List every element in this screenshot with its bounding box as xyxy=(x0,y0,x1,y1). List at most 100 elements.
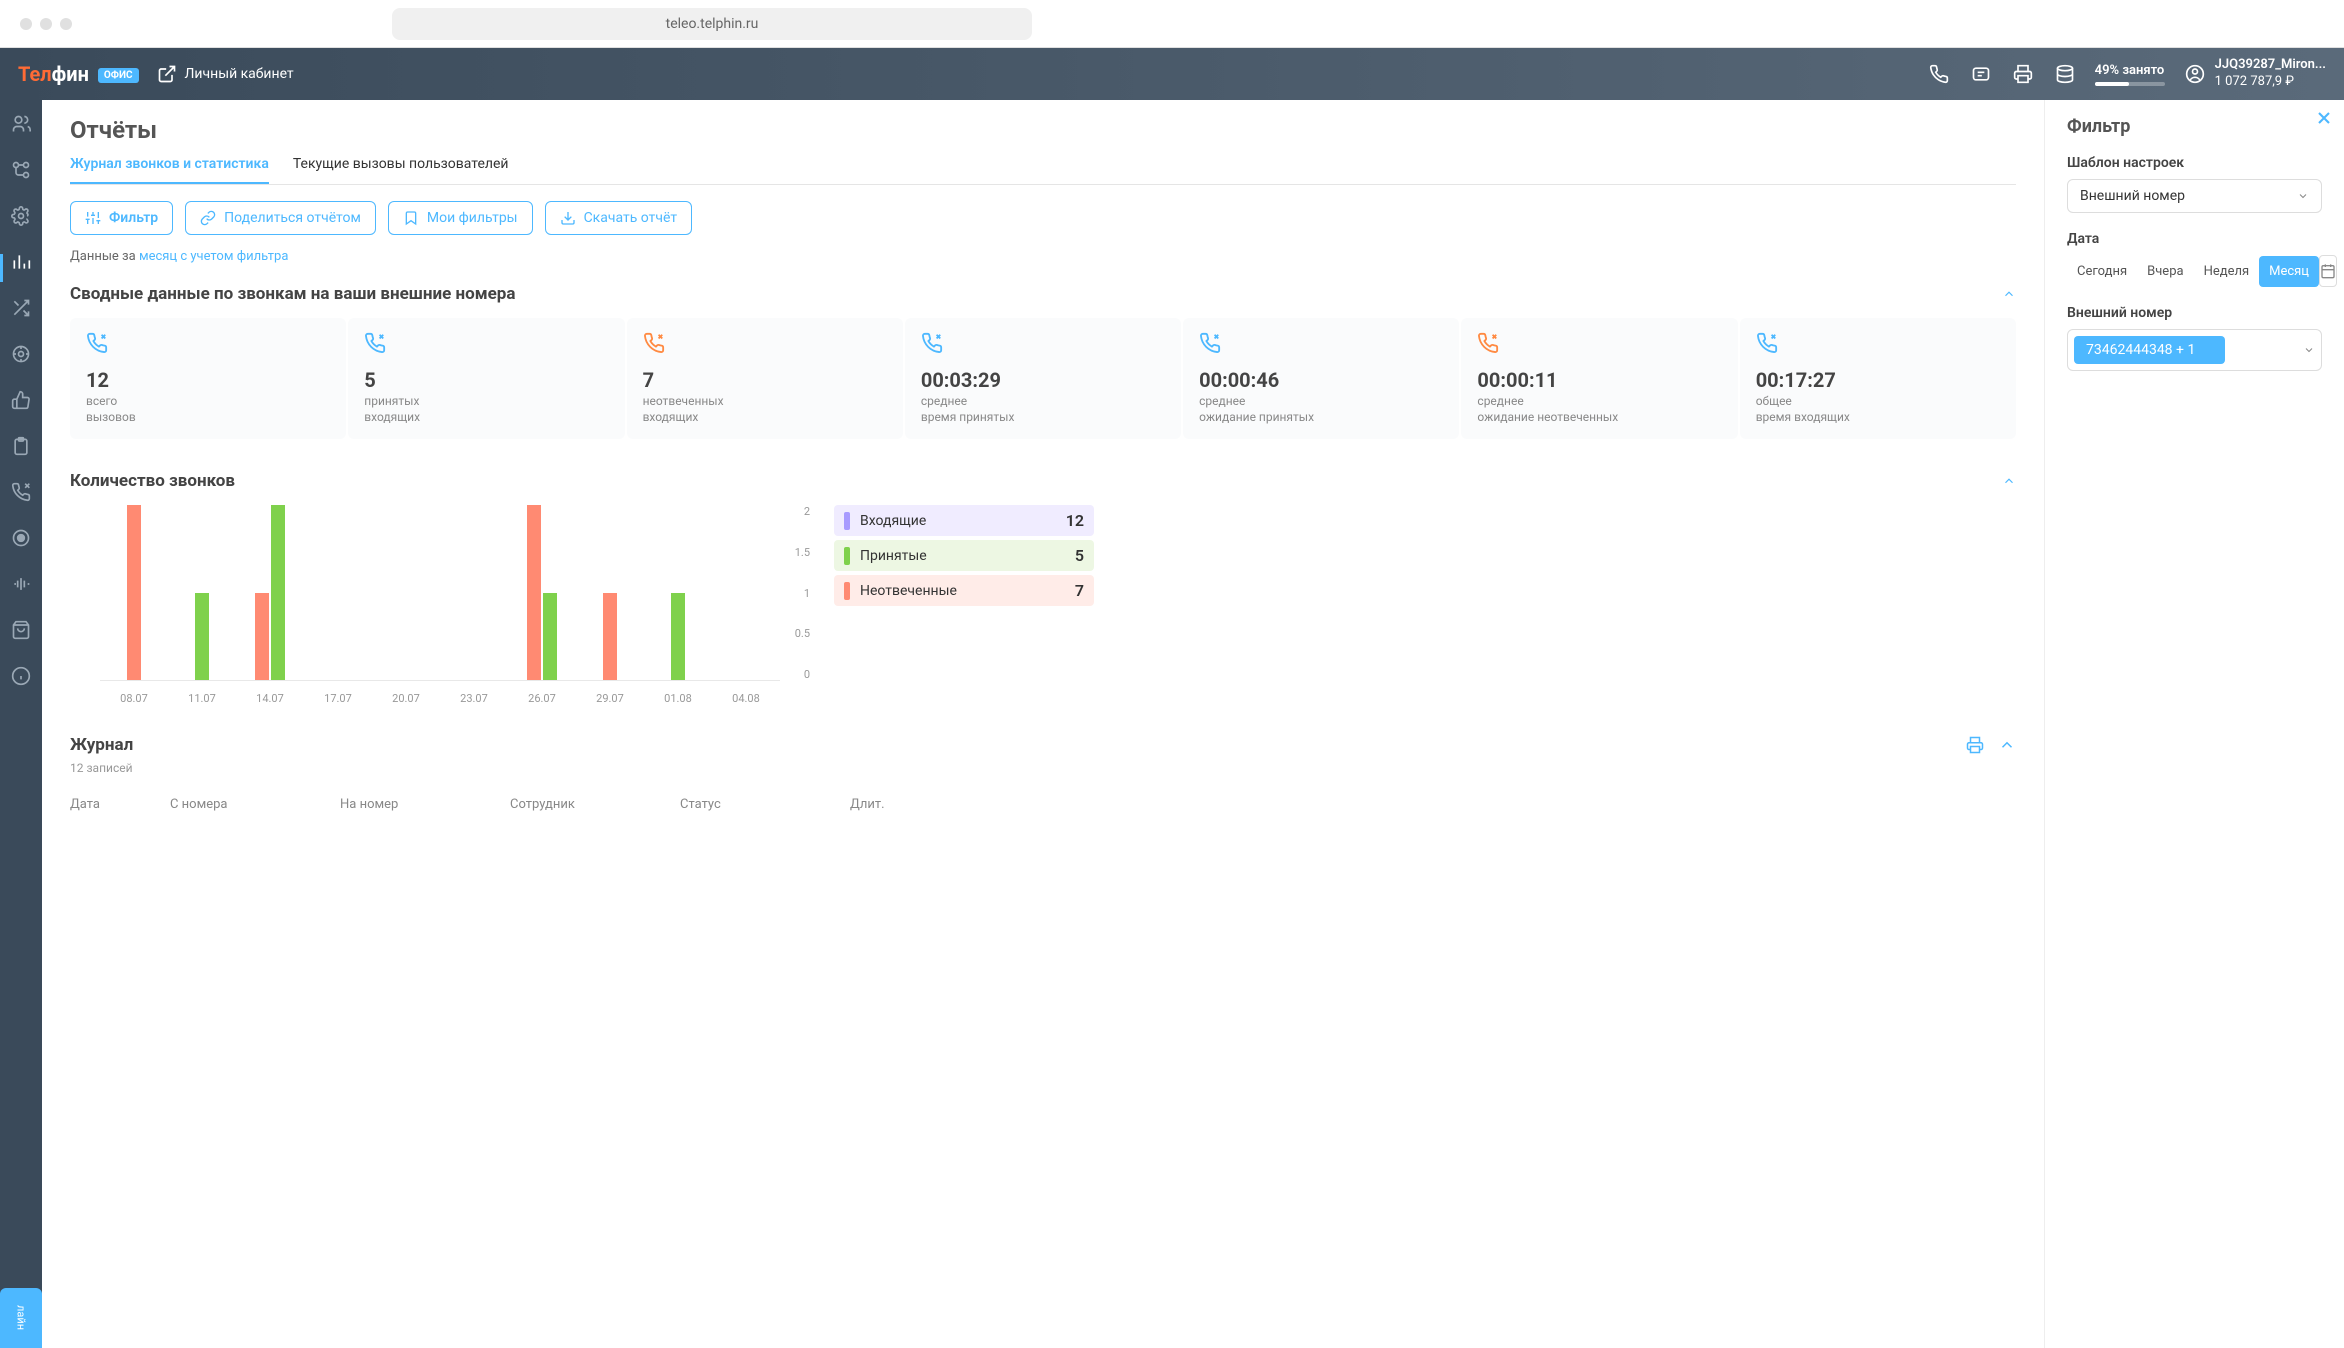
stat-card: 5 принятыхвходящих xyxy=(348,318,624,439)
phone-icon xyxy=(86,332,108,354)
usage-text: 49% занято xyxy=(2095,63,2165,78)
phone-icon xyxy=(364,332,386,354)
stat-label: среднееожидание неотвеченных xyxy=(1477,394,1721,425)
message-icon[interactable] xyxy=(1971,64,1991,84)
stat-label: среднеевремя принятых xyxy=(921,394,1165,425)
print-icon[interactable] xyxy=(1966,736,1984,754)
stat-card: 12 всеговызовов xyxy=(70,318,346,439)
filter-button[interactable]: Фильтр xyxy=(70,201,173,235)
share-button[interactable]: Поделиться отчётом xyxy=(185,201,376,235)
my-filters-button[interactable]: Мои фильтры xyxy=(388,201,533,235)
filter-title: Фильтр xyxy=(2067,116,2322,137)
database-icon[interactable] xyxy=(2055,64,2075,84)
date-label: Дата xyxy=(2067,231,2322,247)
nav-scheme-icon[interactable] xyxy=(11,160,31,180)
date-today-button[interactable]: Сегодня xyxy=(2067,256,2137,287)
col-status[interactable]: Статус xyxy=(680,797,850,812)
col-staff[interactable]: Сотрудник xyxy=(510,797,680,812)
col-duration[interactable]: Длит. xyxy=(850,797,2016,812)
call-icon[interactable] xyxy=(1929,64,1949,84)
user-name: JJQ39287_Miron... xyxy=(2215,57,2326,74)
main-content: Отчёты Журнал звонков и статистика Текущ… xyxy=(42,100,2044,1348)
calendar-button[interactable] xyxy=(2319,255,2337,287)
legend-row[interactable]: Неотвеченные7 xyxy=(834,575,1094,606)
download-button[interactable]: Скачать отчёт xyxy=(545,201,693,235)
browser-chrome: teleo.telphin.ru xyxy=(0,0,2344,48)
tab-current-calls[interactable]: Текущие вызовы пользователей xyxy=(293,156,509,184)
data-note: Данные за месяц с учетом фильтра xyxy=(70,249,2016,264)
bookmark-icon xyxy=(403,210,419,226)
stat-card: 7 неотвеченныхвходящих xyxy=(627,318,903,439)
journal-title: Журнал xyxy=(70,735,133,755)
template-select[interactable]: Внешний номер xyxy=(2067,179,2322,213)
chart: 08.0711.0714.0717.0720.0723.0726.0729.07… xyxy=(70,505,810,705)
nav-settings-icon[interactable] xyxy=(11,206,31,226)
window-dots xyxy=(20,18,72,30)
legend-row[interactable]: Принятые5 xyxy=(834,540,1094,571)
sidebar: лайн xyxy=(0,100,42,1348)
date-yesterday-button[interactable]: Вчера xyxy=(2137,256,2193,287)
col-date[interactable]: Дата xyxy=(70,797,170,812)
url-bar[interactable]: teleo.telphin.ru xyxy=(392,8,1032,40)
stat-label: принятыхвходящих xyxy=(364,394,608,425)
user-icon xyxy=(2185,64,2205,84)
template-label: Шаблон настроек xyxy=(2067,155,2322,171)
nav-audio-icon[interactable] xyxy=(11,574,31,594)
stat-value: 00:00:11 xyxy=(1477,368,1721,392)
stat-label: среднееожидание принятых xyxy=(1199,394,1443,425)
nav-thumbs-icon[interactable] xyxy=(11,390,31,410)
tab-calls-log[interactable]: Журнал звонков и статистика xyxy=(70,156,269,184)
chevron-down-icon xyxy=(2297,190,2309,202)
tabs: Журнал звонков и статистика Текущие вызо… xyxy=(70,156,2016,185)
nav-shuffle-icon[interactable] xyxy=(11,298,31,318)
phone-icon xyxy=(643,332,665,354)
number-select[interactable]: 73462444348 + 1 xyxy=(2067,329,2322,371)
number-tag: 73462444348 + 1 xyxy=(2074,336,2225,364)
chevron-down-icon xyxy=(2303,344,2315,356)
nav-record-icon[interactable] xyxy=(11,528,31,548)
link-icon xyxy=(200,210,216,226)
nav-users-icon[interactable] xyxy=(11,114,31,134)
stat-card: 00:00:46 среднееожидание принятых xyxy=(1183,318,1459,439)
print-icon[interactable] xyxy=(2013,64,2033,84)
number-label: Внешний номер xyxy=(2067,305,2322,321)
nav-missed-icon[interactable] xyxy=(11,482,31,502)
collapse-icon[interactable] xyxy=(2002,287,2016,301)
stat-card: 00:03:29 среднеевремя принятых xyxy=(905,318,1181,439)
col-from[interactable]: С номера xyxy=(170,797,340,812)
nav-reports-icon[interactable] xyxy=(11,252,31,272)
user-block[interactable]: JJQ39287_Miron... 1 072 787,9 ₽ xyxy=(2185,57,2326,91)
download-icon xyxy=(560,210,576,226)
cabinet-link[interactable]: Личный кабинет xyxy=(157,64,294,84)
usage-block: 49% занято xyxy=(2095,63,2165,86)
stat-label: неотвеченныхвходящих xyxy=(643,394,887,425)
logo-badge: ОФИС xyxy=(98,68,139,83)
legend-row[interactable]: Входящие12 xyxy=(834,505,1094,536)
filter-panel: Фильтр Шаблон настроек Внешний номер Дат… xyxy=(2044,100,2344,1348)
phone-icon xyxy=(1477,332,1499,354)
stat-label: общеевремя входящих xyxy=(1756,394,2000,425)
nav-info-icon[interactable] xyxy=(11,666,31,686)
stat-value: 12 xyxy=(86,368,330,392)
nav-clipboard-icon[interactable] xyxy=(11,436,31,456)
nav-shop-icon[interactable] xyxy=(11,620,31,640)
nav-target-icon[interactable] xyxy=(11,344,31,364)
chart-title: Количество звонков xyxy=(70,471,235,491)
stat-value: 00:17:27 xyxy=(1756,368,2000,392)
page-title: Отчёты xyxy=(70,116,2016,144)
col-to[interactable]: На номер xyxy=(340,797,510,812)
summary-title: Сводные данные по звонкам на ваши внешни… xyxy=(70,284,515,304)
collapse-icon[interactable] xyxy=(2002,474,2016,488)
phone-icon xyxy=(1756,332,1778,354)
phone-icon xyxy=(921,332,943,354)
chart-legend: Входящие12 Принятые5 Неотвеченные7 xyxy=(834,505,1094,705)
online-tag[interactable]: лайн xyxy=(0,1288,42,1348)
close-icon[interactable] xyxy=(2314,108,2334,128)
collapse-icon[interactable] xyxy=(1998,736,2016,754)
filter-link[interactable]: месяц с учетом фильтра xyxy=(139,249,288,264)
phone-icon xyxy=(1199,332,1221,354)
date-month-button[interactable]: Месяц xyxy=(2259,256,2319,287)
user-balance: 1 072 787,9 ₽ xyxy=(2215,74,2326,91)
stat-grid: 12 всеговызовов 5 принятыхвходящих 7 нео… xyxy=(70,318,2016,439)
date-week-button[interactable]: Неделя xyxy=(2194,256,2260,287)
